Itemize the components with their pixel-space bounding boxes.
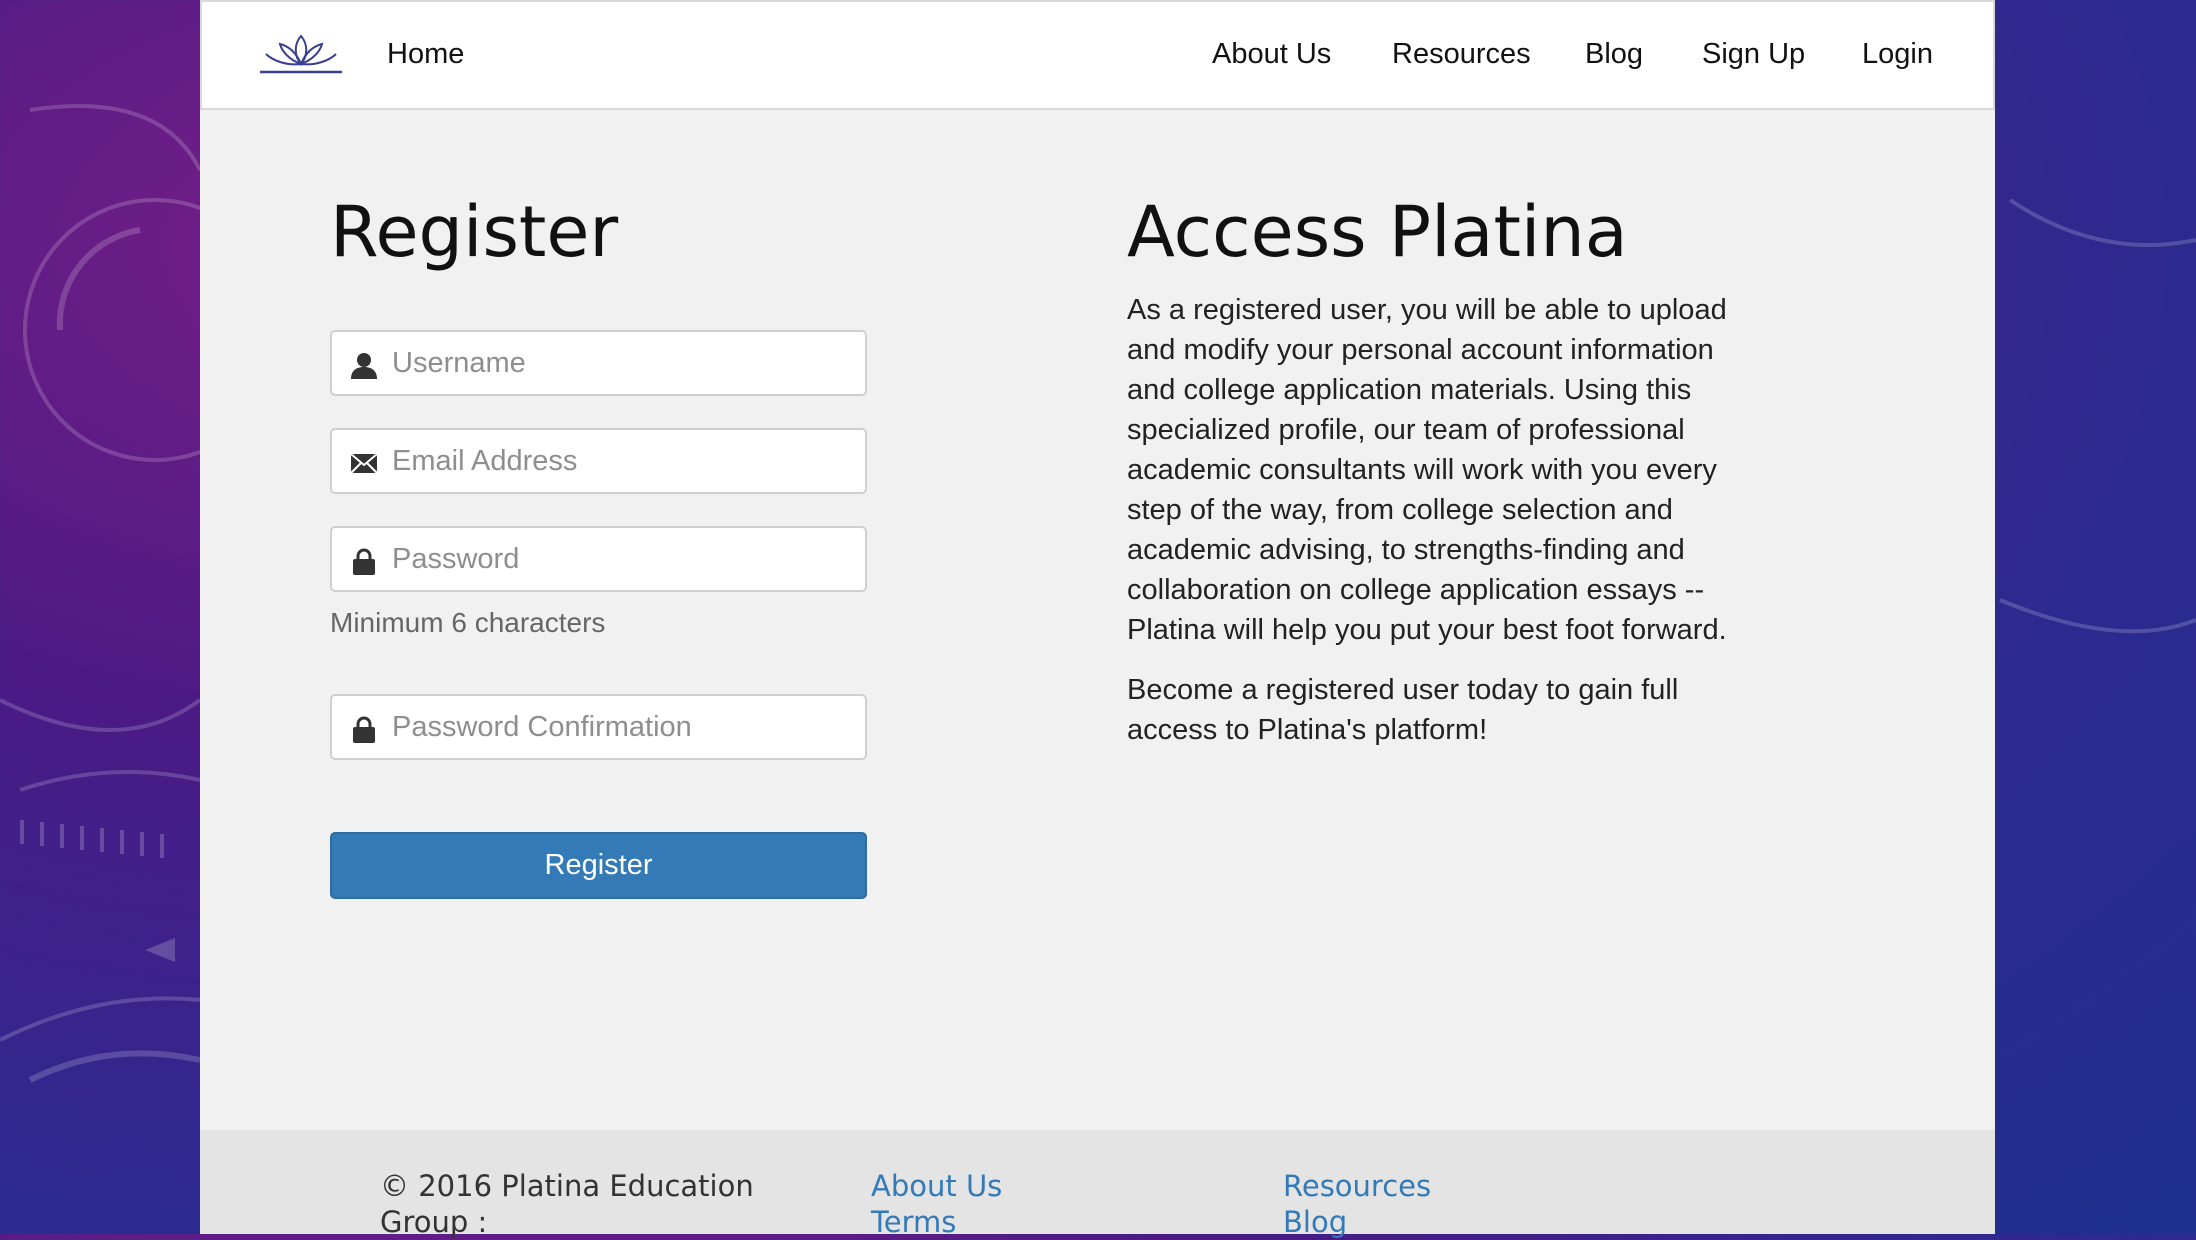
page-container: Home About Us Resources Blog Sign Up Log… (200, 0, 1995, 1239)
lotus-logo-icon[interactable] (258, 30, 344, 78)
register-heading: Register (330, 191, 619, 273)
footer-link-resources[interactable]: Resources (1283, 1168, 1431, 1204)
footer: © 2016 Platina Education Group : About U… (200, 1130, 1995, 1239)
password-confirmation-input[interactable] (392, 696, 852, 758)
username-input[interactable] (392, 332, 852, 394)
envelope-icon (350, 453, 378, 474)
password-hint: Minimum 6 characters (330, 607, 606, 638)
footer-link-blog[interactable]: Blog (1283, 1204, 1347, 1240)
nav-blog[interactable]: Blog (1585, 36, 1643, 72)
footer-link-terms[interactable]: Terms (871, 1204, 956, 1240)
nav-home[interactable]: Home (387, 36, 464, 72)
password-confirmation-field[interactable] (330, 694, 867, 760)
nav-about-us[interactable]: About Us (1212, 36, 1331, 72)
email-input[interactable] (392, 430, 852, 492)
top-navbar: Home About Us Resources Blog Sign Up Log… (200, 0, 1995, 110)
nav-sign-up[interactable]: Sign Up (1702, 36, 1805, 72)
lock-icon (353, 716, 375, 743)
user-icon (351, 353, 377, 379)
password-field[interactable] (330, 526, 867, 592)
username-field[interactable] (330, 330, 867, 396)
footer-copyright: © 2016 Platina Education Group : (380, 1169, 754, 1239)
nav-resources[interactable]: Resources (1392, 36, 1531, 72)
lock-icon (353, 548, 375, 575)
email-field[interactable] (330, 428, 867, 494)
access-heading: Access Platina (1127, 191, 1628, 273)
password-input[interactable] (392, 528, 852, 590)
nav-login[interactable]: Login (1862, 36, 1933, 72)
access-call-to-action: Become a registered user today to gain f… (1127, 674, 1679, 746)
access-description: As a registered user, you will be able t… (1127, 294, 1727, 646)
footer-link-about-us[interactable]: About Us (871, 1168, 1002, 1204)
register-button[interactable]: Register (330, 832, 867, 899)
